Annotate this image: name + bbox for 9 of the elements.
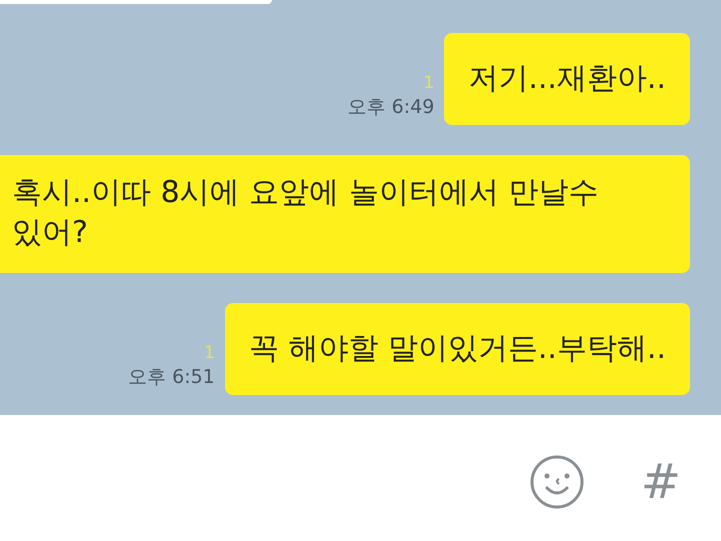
message-bubble: 저기...재환아.. [444, 33, 690, 125]
unread-count: 1 [423, 75, 434, 92]
message-bubble: 혹시..이따 8시에 요앞에 놀이터에서 만날수 있어? [0, 155, 690, 273]
message-time: 오후 6:49 [348, 98, 434, 117]
message-bubble: 꼭 해야할 말이있거든..부탁해.. [224, 303, 690, 395]
emoji-icon[interactable] [528, 454, 585, 510]
hashtag-button[interactable]: # [640, 458, 681, 506]
message-time: 오후 6:51 [128, 368, 215, 387]
unread-count: 1 [204, 345, 215, 362]
